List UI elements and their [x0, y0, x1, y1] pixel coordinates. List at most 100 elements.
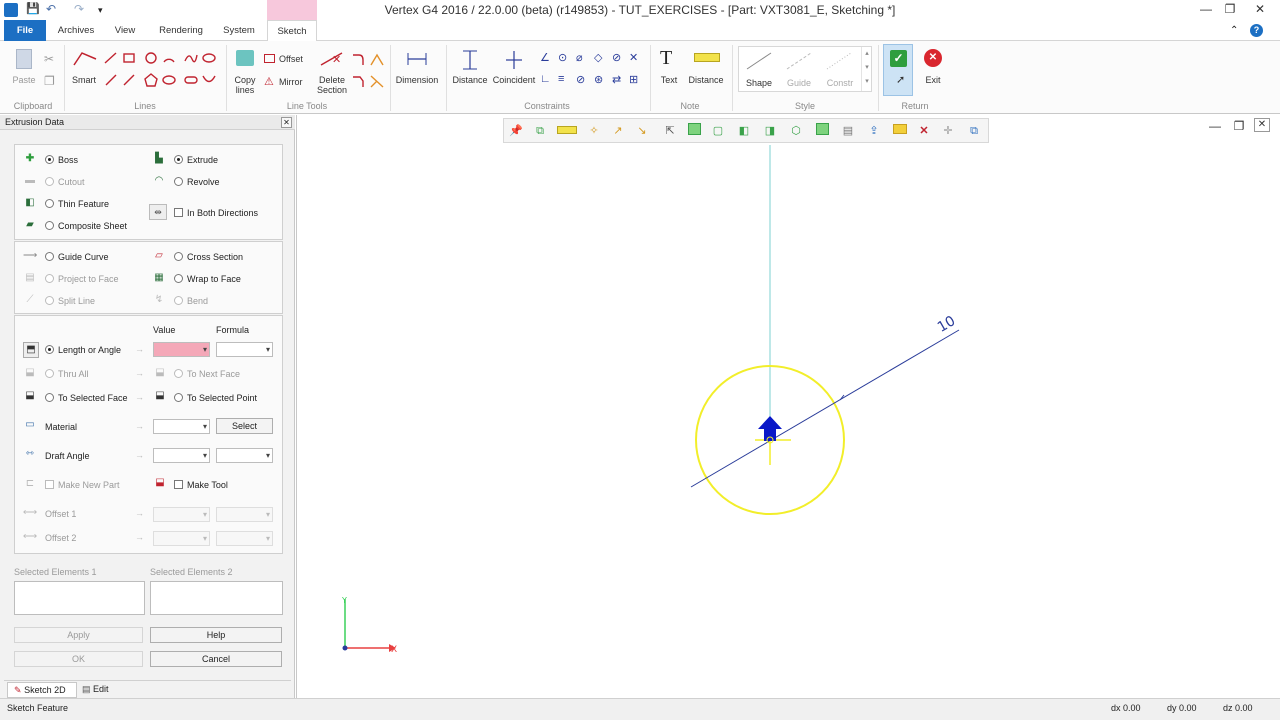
diameter-constraint-icon[interactable]: ⌀ [576, 51, 583, 64]
line-icon[interactable] [104, 51, 118, 65]
make-tool-checkbox[interactable]: Make Tool [174, 478, 228, 492]
cancel-button[interactable]: Cancel [150, 651, 282, 667]
fix-constraint-icon[interactable]: ⊞ [629, 73, 638, 86]
accept-button[interactable]: ✓ ➚ [883, 44, 913, 96]
mirror-button[interactable]: ⚠ Mirror [264, 75, 308, 89]
selected-elements-1-list[interactable] [14, 581, 145, 615]
tab-rendering[interactable]: Rendering [152, 20, 210, 41]
curve-icon[interactable] [202, 73, 216, 87]
chamfer-icon[interactable] [370, 52, 384, 66]
sketch-canvas[interactable]: 10 Y X [297, 115, 1280, 698]
tab-sketch-2d[interactable]: ✎ Sketch 2D [7, 682, 77, 698]
offset1-combo[interactable]: ▾ [153, 507, 210, 522]
tab-view[interactable]: View [108, 20, 142, 41]
offset-button[interactable]: Offset [264, 52, 308, 66]
length-formula-combo[interactable]: ▾ [216, 342, 273, 357]
split-line-radio[interactable]: Split Line [45, 294, 95, 308]
dimension-line[interactable] [690, 329, 960, 488]
paste-button[interactable]: Paste [10, 47, 38, 91]
help-button[interactable]: Help [150, 627, 282, 643]
trim-icon[interactable] [352, 74, 366, 88]
symmetric-constraint-icon[interactable]: ✕ [629, 51, 638, 64]
arc-icon[interactable] [162, 51, 176, 65]
sketch-viewport[interactable]: 📌 ⧉ ✧ ↗ ↘ ⇱ ▢ ◧ ◨ ⬡ ▤ ⇪ ✕ ✛ ⧉ — ❐ ✕ 10 Y… [296, 115, 1280, 698]
extend-icon[interactable] [370, 74, 384, 88]
tab-system[interactable]: System [218, 20, 260, 41]
wrap-face-radio[interactable]: Wrap to Face [174, 272, 241, 286]
perpendicular-constraint-icon[interactable]: ∟ [540, 73, 551, 85]
coincident-button[interactable]: Coincident [492, 47, 536, 97]
cross-section-radio[interactable]: Cross Section [174, 250, 243, 264]
next-face-radio[interactable]: To Next Face [174, 367, 240, 381]
tab-archives[interactable]: Archives [52, 20, 100, 41]
concentric-constraint-icon[interactable]: ⊘ [612, 51, 621, 64]
draft-angle-combo[interactable]: ▾ [153, 448, 210, 463]
close-button[interactable]: ✕ [1248, 0, 1272, 18]
ellipse-icon[interactable] [202, 51, 216, 65]
gallery-scroll[interactable]: ▴ ▾ ▾ [861, 47, 872, 91]
tangent-constraint-icon[interactable]: ◇ [594, 51, 602, 64]
diagonal-line-icon[interactable] [104, 73, 118, 87]
smart-button[interactable]: Smart [70, 47, 98, 95]
material-combo[interactable]: ▾ [153, 419, 210, 434]
selected-face-radio[interactable]: To Selected Face [45, 391, 128, 405]
radius-constraint-icon[interactable]: ⊘ [576, 73, 585, 86]
composite-sheet-radio[interactable]: Composite Sheet [45, 219, 127, 233]
parallel-constraint-icon[interactable]: ≡ [558, 73, 564, 85]
draft-angle-formula-combo[interactable]: ▾ [216, 448, 273, 463]
project-face-radio[interactable]: Project to Face [45, 272, 119, 286]
dimension-button[interactable]: Dimension [394, 47, 440, 97]
tab-edit[interactable]: ▤ Edit [79, 682, 123, 698]
ok-button[interactable]: OK [14, 651, 143, 667]
angle-constraint-icon[interactable]: ∠ [540, 51, 550, 64]
offset1-formula-combo[interactable]: ▾ [216, 507, 273, 522]
rectangle-icon[interactable] [122, 51, 136, 65]
copy-icon[interactable]: ❐ [44, 74, 55, 88]
constr-style-button[interactable]: Constr [819, 47, 861, 93]
cut-icon[interactable]: ✂ [44, 52, 54, 66]
boss-radio[interactable]: Boss [45, 153, 78, 167]
slash-line-icon[interactable] [122, 73, 136, 87]
length-radio[interactable]: Length or Angle [45, 343, 121, 357]
material-select-button[interactable]: Select [216, 418, 273, 434]
length-value-combo[interactable]: ▾ [153, 342, 210, 357]
restore-button[interactable]: ❐ [1218, 0, 1242, 18]
bend-radio[interactable]: Bend [174, 294, 208, 308]
slot-icon[interactable] [184, 73, 198, 87]
spline-icon[interactable] [184, 51, 198, 65]
exit-button[interactable]: ✕ Exit [918, 47, 948, 97]
thin-feature-radio[interactable]: Thin Feature [45, 197, 109, 211]
oval-icon[interactable] [162, 73, 176, 87]
file-tab[interactable]: File [4, 20, 46, 41]
revolve-radio[interactable]: Revolve [174, 175, 220, 189]
extrude-radio[interactable]: Extrude [174, 153, 218, 167]
thru-all-radio[interactable]: Thru All [45, 367, 89, 381]
shape-style-button[interactable]: Shape [739, 47, 779, 93]
panel-close-icon[interactable]: ✕ [281, 117, 292, 128]
text-button[interactable]: T Text [654, 47, 684, 97]
guide-style-button[interactable]: Guide [779, 47, 819, 93]
equal-constraint-icon[interactable]: ⇄ [612, 73, 621, 86]
apply-button[interactable]: Apply [14, 627, 143, 643]
fillet-icon[interactable] [352, 52, 366, 66]
note-distance-button[interactable]: Distance [686, 47, 726, 97]
distance-constraint-button[interactable]: Distance [452, 47, 488, 97]
polygon-icon[interactable] [144, 73, 158, 87]
tab-sketch[interactable]: Sketch [267, 0, 317, 42]
help-icon[interactable]: ? [1250, 24, 1263, 37]
collapse-ribbon-icon[interactable]: ⌃ [1230, 24, 1238, 38]
offset2-formula-combo[interactable]: ▾ [216, 531, 273, 546]
minimize-button[interactable]: — [1194, 0, 1218, 18]
selected-point-radio[interactable]: To Selected Point [174, 391, 257, 405]
new-part-checkbox[interactable]: Make New Part [45, 478, 120, 492]
selected-elements-2-list[interactable] [150, 581, 283, 615]
copy-lines-button[interactable]: Copy lines [230, 47, 260, 97]
circle-icon[interactable] [144, 51, 158, 65]
cutout-radio[interactable]: Cutout [45, 175, 85, 189]
offset2-combo[interactable]: ▾ [153, 531, 210, 546]
center-constraint-icon[interactable]: ⊙ [558, 51, 567, 64]
delete-section-button[interactable]: ✕ Delete Section [314, 47, 350, 97]
guide-curve-radio[interactable]: Guide Curve [45, 250, 109, 264]
both-directions-checkbox[interactable]: In Both Directions [174, 206, 258, 220]
point-constraint-icon[interactable]: ⊛ [594, 73, 603, 86]
